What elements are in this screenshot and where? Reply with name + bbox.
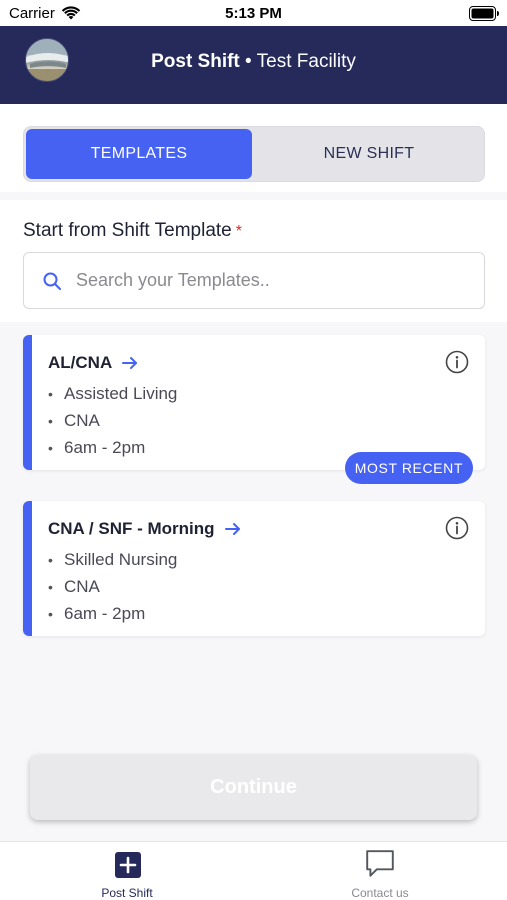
card-detail-item: • CNA xyxy=(48,573,177,600)
template-card[interactable]: CNA / SNF - Morning • Skilled Nursing • CN… xyxy=(23,501,485,636)
search-icon xyxy=(43,272,61,290)
detail-text: 6am - 2pm xyxy=(64,604,146,623)
section-label-text: Start from Shift Template xyxy=(23,220,232,241)
tab-contact-us[interactable]: Contact us xyxy=(300,842,460,900)
section-label: Start from Shift Template * xyxy=(23,220,242,242)
card-details: • Assisted Living • CNA • 6am - 2pm xyxy=(48,380,177,461)
detail-text: Skilled Nursing xyxy=(64,550,178,569)
tab-post-shift-label: Post Shift xyxy=(101,886,153,900)
card-details: • Skilled Nursing • CNA • 6am - 2pm xyxy=(48,546,177,627)
tab-contact-us-label: Contact us xyxy=(351,886,409,900)
search-input[interactable] xyxy=(76,253,466,307)
bottom-tab-bar: Post Shift Contact us xyxy=(0,841,507,900)
arrow-right-icon xyxy=(224,523,240,535)
template-card[interactable]: AL/CNA • Assisted Living • CNA • 6am - 2pm … xyxy=(23,335,485,484)
detail-text: Assisted Living xyxy=(64,384,178,403)
header-separator: • xyxy=(245,51,252,72)
card-accent-bar xyxy=(23,501,32,636)
bullet: • xyxy=(48,606,53,622)
status-bar: Carrier 5:13 PM xyxy=(0,0,507,26)
tab-templates[interactable]: TEMPLATES xyxy=(26,129,252,179)
app-header: Post Shift • Test Facility xyxy=(0,26,507,104)
bullet: • xyxy=(48,386,53,402)
detail-text: CNA xyxy=(64,411,100,430)
segmented-control: TEMPLATES NEW SHIFT xyxy=(23,126,485,182)
arrow-right-icon xyxy=(122,357,138,369)
detail-text: CNA xyxy=(64,577,100,596)
bullet: • xyxy=(48,579,53,595)
detail-text: 6am - 2pm xyxy=(64,438,146,457)
search-box[interactable] xyxy=(23,252,485,309)
status-time: 5:13 PM xyxy=(225,5,282,22)
tab-post-shift[interactable]: Post Shift xyxy=(47,842,207,900)
continue-button[interactable]: Continue xyxy=(30,755,477,820)
card-title-text: CNA / SNF - Morning xyxy=(48,519,215,538)
info-icon[interactable] xyxy=(445,516,469,540)
card-detail-item: • 6am - 2pm xyxy=(48,434,177,461)
header-title: Post Shift • Test Facility xyxy=(0,51,507,73)
tab-new-shift[interactable]: NEW SHIFT xyxy=(256,129,482,179)
card-detail-item: • 6am - 2pm xyxy=(48,600,177,627)
required-mark: * xyxy=(235,223,242,240)
bullet: • xyxy=(48,413,53,429)
card-title: CNA / SNF - Morning xyxy=(48,519,241,539)
plus-square-icon xyxy=(115,852,141,878)
card-title-text: AL/CNA xyxy=(48,353,113,372)
card-detail-item: • Assisted Living xyxy=(48,380,177,407)
most-recent-badge: MOST RECENT xyxy=(344,452,473,484)
bullet: • xyxy=(48,440,53,456)
segment-container: TEMPLATES NEW SHIFT xyxy=(0,104,507,192)
card-title: AL/CNA xyxy=(48,353,138,373)
header-page-name: Post Shift xyxy=(151,51,240,72)
bullet: • xyxy=(48,552,53,568)
card-detail-item: • CNA xyxy=(48,407,177,434)
info-icon[interactable] xyxy=(445,350,469,374)
chat-bubble-icon xyxy=(366,850,394,877)
card-detail-item: • Skilled Nursing xyxy=(48,546,177,573)
battery-icon xyxy=(469,6,499,21)
card-accent-bar xyxy=(23,335,32,470)
template-search-section: Start from Shift Template * xyxy=(0,200,507,322)
header-facility-name: Test Facility xyxy=(256,51,356,72)
